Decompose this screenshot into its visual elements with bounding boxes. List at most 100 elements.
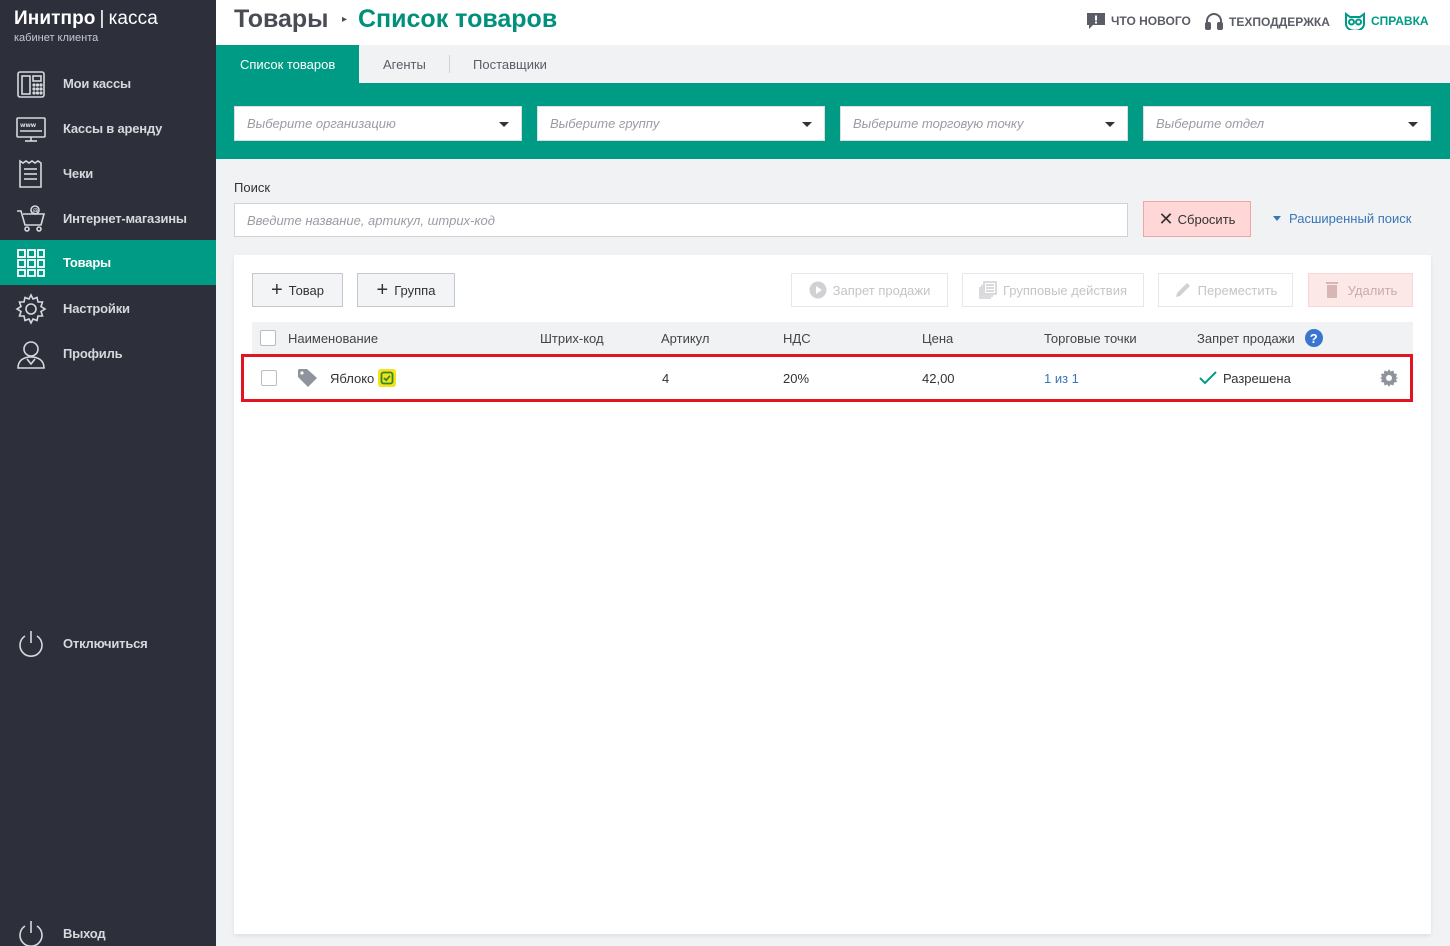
page-title[interactable]: Товары: [234, 5, 329, 34]
row-checkbox[interactable]: [261, 357, 277, 399]
advanced-search-link[interactable]: Расширенный поиск: [1273, 211, 1411, 226]
sidebar-item-logout[interactable]: Выход: [0, 911, 216, 946]
column-barcode[interactable]: Штрих-код: [540, 322, 604, 354]
reset-label: Сбросить: [1177, 211, 1236, 227]
help-link[interactable]: СПРАВКА: [1344, 12, 1429, 30]
point-placeholder: Выберите торговую точку: [853, 116, 1024, 131]
receipt-icon: [14, 157, 48, 191]
cash-register-icon: [14, 67, 48, 101]
column-ban[interactable]: Запрет продажи ?: [1197, 322, 1323, 354]
sidebar-item-label: Мои кассы: [63, 76, 131, 91]
product-name: Яблоко: [330, 370, 375, 386]
check-icon: [1199, 371, 1217, 385]
whats-new-label: ЧТО НОВОГО: [1111, 14, 1191, 28]
add-item-label: Товар: [288, 282, 325, 298]
brand-subtitle: кабинет клиента: [14, 32, 99, 44]
shopping-cart-icon: @: [14, 202, 48, 236]
group-select[interactable]: Выберите группу: [537, 106, 825, 141]
brand-product: касса: [108, 8, 158, 29]
sidebar-item-settings[interactable]: Настройки: [0, 286, 216, 331]
price-cell: 42,00: [922, 370, 955, 386]
sidebar-item-profile[interactable]: Профиль: [0, 331, 216, 376]
chevron-down-icon: [1105, 122, 1115, 127]
sidebar-item-receipts[interactable]: Чеки: [0, 151, 216, 196]
move-label: Переместить: [1197, 282, 1278, 298]
whats-new-link[interactable]: ЧТО НОВОГО: [1086, 12, 1191, 30]
www-monitor-icon: www: [14, 112, 48, 146]
ban-status: Разрешена: [1223, 370, 1291, 386]
column-ban-label: Запрет продажи: [1197, 330, 1295, 346]
column-vat[interactable]: НДС: [783, 322, 811, 354]
filter-bar: Выберите организацию Выберите группу Выб…: [216, 83, 1450, 159]
column-price[interactable]: Цена: [922, 322, 953, 354]
table-header: Наименование Штрих-код Артикул НДС Цена …: [252, 322, 1413, 354]
sidebar-item-online-shops[interactable]: @ Интернет-магазины: [0, 196, 216, 241]
tab-suppliers[interactable]: Поставщики: [473, 45, 547, 83]
tab-divider: [449, 55, 450, 73]
column-points[interactable]: Торговые точки: [1044, 322, 1137, 354]
search-label: Поиск: [234, 180, 271, 195]
pencil-icon: [1175, 283, 1190, 297]
points-link[interactable]: 1 из 1: [1044, 357, 1079, 399]
grid-icon: [14, 246, 48, 280]
sidebar-item-label: Выход: [63, 926, 106, 941]
row-settings-gear-icon[interactable]: [1379, 357, 1399, 399]
tag-icon: [297, 357, 319, 399]
owl-icon: [1345, 12, 1365, 30]
column-name[interactable]: Наименование: [288, 322, 378, 354]
chevron-down-icon: [1273, 216, 1281, 221]
brand-separator: |: [99, 8, 105, 29]
department-select[interactable]: Выберите отдел: [1143, 106, 1431, 141]
sidebar-item-disconnect[interactable]: Отключиться: [0, 621, 216, 666]
sidebar-item-label: Профиль: [63, 346, 123, 361]
column-article[interactable]: Артикул: [661, 322, 709, 354]
sidebar-item-rent[interactable]: www Кассы в аренду: [0, 106, 216, 151]
ban-sale-button[interactable]: Запрет продажи: [791, 273, 948, 307]
play-circle-icon: [809, 281, 827, 299]
product-name-cell[interactable]: Яблоко: [330, 357, 397, 399]
sidebar-item-label: Чеки: [63, 166, 94, 181]
page-subtitle: Список товаров: [358, 5, 558, 33]
organization-select[interactable]: Выберите организацию: [234, 106, 522, 141]
breadcrumb-arrow-icon: ▸: [342, 14, 348, 25]
sidebar-item-label: Товары: [63, 255, 111, 270]
chevron-down-icon: [499, 122, 509, 127]
group-actions-button[interactable]: Групповые действия: [962, 273, 1144, 307]
marked-check-icon: [378, 369, 397, 387]
message-icon: [1087, 13, 1105, 29]
table-row[interactable]: Яблоко 4 20% 42,00 1 из 1 Разрешена: [241, 354, 1413, 402]
ban-status-cell: Разрешена: [1199, 357, 1291, 399]
advanced-search-label: Расширенный поиск: [1289, 211, 1412, 226]
sidebar: Инитпро | касса кабинет клиента Мои кассы …: [0, 0, 216, 946]
stack-icon: [979, 281, 997, 299]
help-icon[interactable]: ?: [1304, 329, 1323, 347]
add-item-button[interactable]: + Товар: [252, 273, 343, 307]
svg-text:@: @: [33, 207, 39, 214]
tab-bar: Список товаров Агенты Поставщики: [216, 45, 1450, 83]
plus-icon: +: [270, 279, 283, 301]
group-actions-label: Групповые действия: [1002, 282, 1128, 298]
reset-button[interactable]: ✕ Сбросить: [1143, 201, 1251, 237]
chevron-down-icon: [802, 122, 812, 127]
move-button[interactable]: Переместить: [1158, 273, 1293, 307]
select-all-checkbox[interactable]: [260, 322, 276, 354]
sidebar-item-label: Интернет-магазины: [63, 211, 187, 226]
tab-agents[interactable]: Агенты: [383, 45, 426, 83]
chevron-down-icon: [1408, 122, 1418, 127]
logo[interactable]: Инитпро | касса кабинет клиента: [14, 8, 158, 44]
trash-icon: [1325, 282, 1338, 298]
add-group-button[interactable]: + Группа: [357, 273, 455, 307]
tab-product-list[interactable]: Список товаров: [216, 45, 360, 83]
power-icon: [14, 627, 48, 661]
help-label: СПРАВКА: [1371, 14, 1429, 28]
sidebar-item-label: Отключиться: [63, 636, 148, 651]
point-select[interactable]: Выберите торговую точку: [840, 106, 1128, 141]
sidebar-item-label: Настройки: [63, 301, 130, 316]
search-input[interactable]: Введите название, артикул, штрих-код: [234, 203, 1128, 237]
sidebar-item-my-registers[interactable]: Мои кассы: [0, 61, 216, 106]
sidebar-item-label: Кассы в аренду: [63, 121, 163, 136]
support-label: ТЕХПОДДЕРЖКА: [1229, 15, 1330, 29]
support-link[interactable]: ТЕХПОДДЕРЖКА: [1204, 12, 1330, 32]
delete-button[interactable]: Удалить: [1308, 273, 1413, 307]
sidebar-item-products[interactable]: Товары: [0, 240, 216, 285]
